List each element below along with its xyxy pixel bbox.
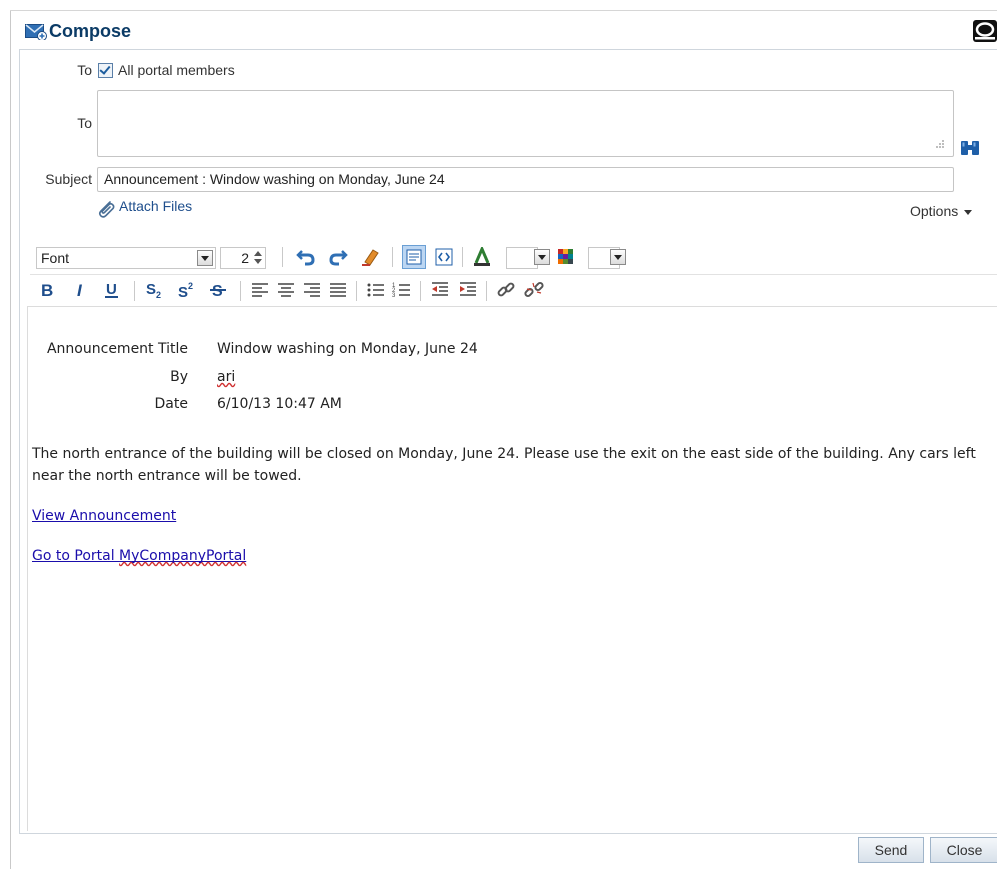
- text-color-icon[interactable]: [472, 247, 492, 267]
- svg-text:I: I: [77, 281, 83, 300]
- by-value: ari: [217, 369, 236, 385]
- superscript-icon[interactable]: S2: [176, 280, 196, 300]
- to-field-label: To: [77, 115, 92, 131]
- toolbar-separator: [134, 281, 135, 301]
- toolbar-separator: [462, 247, 463, 267]
- rich-text-editor[interactable]: Announcement Title Window washing on Mon…: [27, 306, 997, 831]
- align-center-icon[interactable]: [276, 280, 296, 300]
- undo-icon[interactable]: [296, 247, 316, 267]
- view-announcement-link[interactable]: View Announcement: [32, 508, 176, 524]
- svg-text:3: 3: [392, 293, 396, 299]
- editor-toolbar-row-1: Font 2: [30, 241, 997, 275]
- italic-icon[interactable]: I: [72, 280, 92, 300]
- bold-icon[interactable]: B: [38, 280, 58, 300]
- unlink-icon[interactable]: [524, 280, 544, 300]
- compose-mail-icon: [25, 24, 47, 40]
- toolbar-separator: [282, 247, 283, 267]
- svg-text:S: S: [146, 281, 156, 298]
- outdent-icon[interactable]: [430, 280, 450, 300]
- svg-text:2: 2: [156, 290, 161, 300]
- font-select[interactable]: Font: [36, 247, 216, 269]
- options-menu[interactable]: Options: [910, 203, 973, 219]
- strikethrough-icon[interactable]: S: [208, 280, 228, 300]
- numbered-list-icon[interactable]: 123: [392, 280, 412, 300]
- indent-icon[interactable]: [458, 280, 478, 300]
- close-button[interactable]: Close: [930, 837, 997, 863]
- svg-text:B: B: [41, 281, 53, 300]
- subject-label: Subject: [45, 171, 92, 187]
- source-mode-icon[interactable]: [434, 247, 454, 267]
- svg-text:2: 2: [188, 281, 193, 291]
- all-members-label: All portal members: [118, 62, 235, 78]
- font-size-spinner[interactable]: 2: [220, 247, 266, 269]
- date-value: 6/10/13 10:47 AM: [217, 396, 342, 412]
- portal-link-prefix: Go to Portal: [32, 548, 120, 564]
- font-dropdown-button[interactable]: [197, 250, 213, 266]
- toolbar-separator: [486, 281, 487, 301]
- redo-icon[interactable]: [328, 247, 348, 267]
- toolbar-separator: [356, 281, 357, 301]
- by-label: By: [170, 369, 188, 385]
- all-members-checkbox[interactable]: [98, 63, 113, 78]
- link-icon[interactable]: [496, 280, 516, 300]
- rich-text-mode-icon[interactable]: [402, 245, 426, 269]
- editor-toolbar-row-2: B I U S2 S2 S 123: [30, 277, 997, 305]
- message-body: The north entrance of the building will …: [32, 446, 976, 484]
- to-recipients-field[interactable]: [97, 90, 954, 157]
- align-right-icon[interactable]: [302, 280, 322, 300]
- justify-icon[interactable]: [328, 280, 348, 300]
- clear-format-icon[interactable]: [360, 247, 380, 267]
- oracle-logo-icon: [973, 20, 997, 42]
- announcement-title-label: Announcement Title: [46, 341, 188, 357]
- background-color-dropdown[interactable]: [610, 249, 626, 265]
- resize-grip-icon[interactable]: [932, 137, 946, 151]
- paperclip-icon[interactable]: [95, 199, 117, 219]
- portal-link-name: MyCompanyPortal: [119, 548, 247, 564]
- toolbar-separator: [240, 281, 241, 301]
- align-left-icon[interactable]: [250, 280, 270, 300]
- text-color-dropdown[interactable]: [534, 249, 550, 265]
- dialog-left-border: [10, 10, 11, 869]
- subject-value: Announcement : Window washing on Monday,…: [104, 171, 445, 187]
- svg-text:S: S: [212, 283, 223, 300]
- font-select-value: Font: [41, 250, 70, 266]
- background-color-icon[interactable]: [556, 247, 576, 267]
- dialog-title: Compose: [49, 21, 132, 41]
- options-label: Options: [910, 203, 959, 219]
- go-to-portal-link[interactable]: Go to Portal MyCompanyPortal: [32, 548, 246, 564]
- font-size-value: 2: [241, 250, 249, 266]
- svg-text:U: U: [106, 281, 117, 298]
- date-label: Date: [154, 396, 188, 412]
- subject-input[interactable]: Announcement : Window washing on Monday,…: [97, 167, 954, 192]
- underline-icon[interactable]: U: [102, 280, 122, 300]
- spinner-arrows-icon[interactable]: [253, 250, 263, 265]
- attach-files-link[interactable]: Attach Files: [119, 198, 192, 214]
- search-people-icon[interactable]: [960, 139, 980, 157]
- announcement-title-value: Window washing on Monday, June 24: [217, 341, 478, 357]
- svg-text:S: S: [178, 284, 188, 300]
- send-button[interactable]: Send: [858, 837, 924, 863]
- dialog-titlebar: Compose: [11, 11, 997, 49]
- toolbar-separator: [420, 281, 421, 301]
- subscript-icon[interactable]: S2: [144, 280, 164, 300]
- caret-down-icon: [964, 209, 973, 215]
- toolbar-separator: [392, 247, 393, 267]
- to-checkbox-label: To: [77, 62, 92, 78]
- bulleted-list-icon[interactable]: [366, 280, 386, 300]
